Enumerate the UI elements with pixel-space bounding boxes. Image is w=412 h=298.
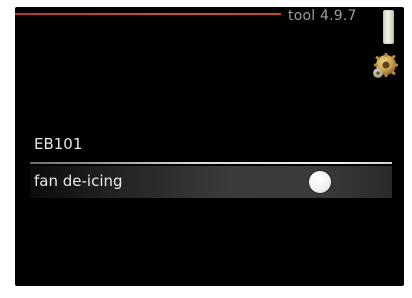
gear-icon-graphic (373, 53, 398, 78)
gear-icon (370, 52, 398, 80)
setting-label: fan de-icing (34, 172, 123, 190)
divider (30, 162, 392, 164)
setting-row-fan-de-icing[interactable]: fan de-icing (30, 166, 392, 198)
section-label: EB101 (34, 135, 83, 153)
toggle-switch[interactable] (309, 171, 331, 193)
status-bar-icon (383, 10, 394, 44)
display-screen: tool 4.9.7 EB101 fan de-icing (15, 7, 404, 286)
menu-title: tool 4.9.7 (288, 8, 357, 24)
header-accent-line (15, 13, 281, 15)
